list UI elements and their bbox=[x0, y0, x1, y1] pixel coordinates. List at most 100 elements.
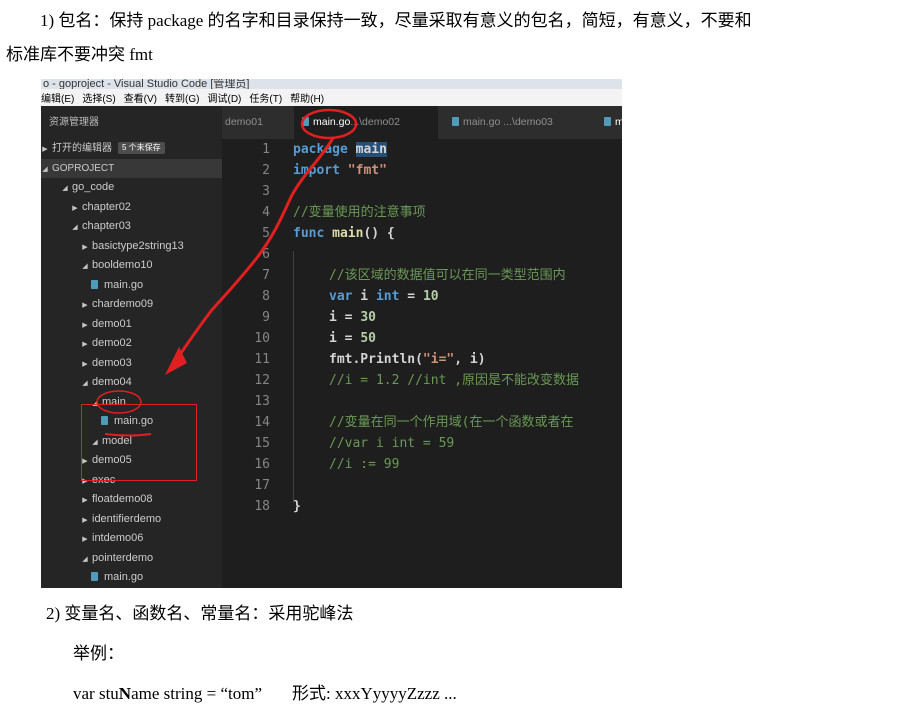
line-number: 9 bbox=[262, 310, 270, 325]
code-line-12: //i = 1.2 //int ,原因是不能改变数据 bbox=[329, 373, 580, 388]
chevron-right-icon: ▶ bbox=[82, 516, 88, 524]
chevron-right-icon: ▶ bbox=[82, 243, 88, 251]
tree-item-label: basictype2string13 bbox=[92, 239, 184, 252]
tree-folder-item[interactable]: ▶ demo03 bbox=[41, 354, 222, 374]
project-section[interactable]: ◢ GOPROJECT bbox=[41, 158, 222, 178]
tab-demo01[interactable]: demo01 bbox=[222, 106, 291, 139]
project-label: GOPROJECT bbox=[52, 162, 115, 174]
tree-item-label: booldemo10 bbox=[92, 259, 153, 271]
window-title: o - goproject - Visual Studio Code [管理员] bbox=[41, 79, 622, 89]
line-number: 13 bbox=[254, 394, 270, 409]
tree-folder-item[interactable]: ◢ booldemo10 bbox=[41, 256, 222, 276]
tree-folder-item[interactable]: ▶ floatdemo08 bbox=[41, 490, 222, 510]
explorer-sidebar: 资源管理器 ▶ 打开的编辑器 5 个未保存 ◢ GOPROJECT ◢ go_code ▶… bbox=[41, 106, 222, 588]
go-file-icon bbox=[452, 117, 459, 126]
line-number: 18 bbox=[254, 499, 270, 514]
code-line-5: func main() { bbox=[293, 226, 395, 241]
tree-folder-item[interactable]: ▶ chapter02 bbox=[41, 198, 222, 218]
line-number: 10 bbox=[254, 331, 270, 346]
code-line-10: i = 50 bbox=[329, 331, 376, 346]
chevron-down-icon: ◢ bbox=[72, 224, 78, 231]
tree-item-label: go_code bbox=[72, 181, 115, 193]
tree-item-label: main.go bbox=[104, 571, 144, 583]
tab-label: main.go bbox=[463, 116, 501, 128]
open-editors-section[interactable]: ▶ 打开的编辑器 5 个未保存 bbox=[41, 139, 222, 159]
menu-edit[interactable]: 编辑(E) bbox=[41, 90, 78, 105]
line-number: 15 bbox=[254, 436, 270, 451]
paragraph-3: 举例： bbox=[73, 644, 124, 663]
code-line-16: //i := 99 bbox=[329, 457, 400, 472]
chevron-right-icon: ▶ bbox=[82, 360, 88, 368]
go-file-icon bbox=[91, 279, 98, 289]
menu-tasks[interactable]: 任务(T) bbox=[245, 90, 286, 105]
vscode-screenshot: o - goproject - Visual Studio Code [管理员]… bbox=[41, 79, 622, 588]
paragraph-2: 2) 变量名、函数名、常量名：采用驼峰法 bbox=[46, 604, 354, 623]
line-number: 4 bbox=[262, 205, 270, 220]
tab-label: demo01 bbox=[225, 116, 263, 128]
tab-main-demo03[interactable]: main.go ...\demo03 bbox=[444, 106, 590, 139]
code-line-4: //变量使用的注意事项 bbox=[293, 205, 426, 220]
tree-folder-item[interactable]: ▶ intdemo06 bbox=[41, 529, 222, 549]
code-line-18: } bbox=[293, 499, 301, 514]
chevron-right-icon: ▶ bbox=[82, 321, 88, 329]
code-line-7: //该区域的数据值可以在同一类型范围内 bbox=[329, 268, 566, 283]
unsaved-badge: 5 个未保存 bbox=[118, 142, 165, 154]
tree-folder-item[interactable]: ◢ demo04 bbox=[41, 373, 222, 393]
menu-debug[interactable]: 调试(D) bbox=[203, 90, 245, 105]
example-code-bold: N bbox=[118, 684, 132, 703]
line-number: 2 bbox=[262, 163, 270, 178]
file-tree: ◢ go_code ▶ chapter02 ◢ chapter03 ▶ basictype2s… bbox=[41, 178, 222, 588]
tree-item-label: identifierdemo bbox=[92, 512, 162, 525]
line-number: 12 bbox=[254, 373, 270, 388]
menu-view[interactable]: 查看(V) bbox=[120, 90, 161, 105]
code-line-14: //变量在同一个作用域(在一个函数或者在 bbox=[329, 415, 574, 430]
tree-folder-item[interactable]: ▶ demo02 bbox=[41, 334, 222, 354]
code-line-8: var i int = 10 bbox=[329, 289, 439, 304]
tree-item-label: chardemo09 bbox=[92, 298, 154, 310]
line-number: 1 bbox=[262, 142, 270, 157]
editor-tabs: demo01 main.go...\demo02 main.go ...\dem… bbox=[222, 106, 622, 139]
go-file-icon bbox=[604, 117, 611, 126]
annotation-box bbox=[81, 404, 197, 481]
tree-folder-item[interactable]: ▶ demo01 bbox=[41, 315, 222, 335]
line-number: 8 bbox=[262, 289, 270, 304]
tree-item-label: demo01 bbox=[92, 317, 132, 330]
chevron-right-icon: ▶ bbox=[82, 536, 88, 543]
line-number: 11 bbox=[254, 352, 270, 367]
menu-help[interactable]: 帮助(H) bbox=[286, 90, 328, 105]
tree-folder-item[interactable]: ◢ chapter03 bbox=[41, 217, 222, 237]
tree-item-label: demo04 bbox=[92, 376, 132, 388]
tree-folder-item[interactable]: ▶ chardemo09 bbox=[41, 295, 222, 315]
open-editors-label: 打开的编辑器 bbox=[52, 143, 112, 154]
tab-label: m bbox=[615, 116, 622, 128]
chevron-down-icon: ◢ bbox=[62, 185, 68, 192]
line-number: 14 bbox=[254, 415, 270, 430]
tree-folder-item[interactable]: ◢ go_code bbox=[41, 178, 222, 198]
line-number: 7 bbox=[262, 268, 270, 283]
paragraph-1-line-1: 1) 包名：保持 package 的名字和目录保持一致，尽量采取有意义的包名，简… bbox=[40, 11, 752, 30]
tree-folder-item[interactable]: ▶ basictype2string13 bbox=[41, 237, 222, 257]
paragraph-1-line-2: 标准库不要冲突 fmt bbox=[6, 45, 153, 64]
explorer-header: 资源管理器 bbox=[49, 117, 99, 128]
tab-path: ...\demo03 bbox=[503, 116, 553, 128]
menu-selection[interactable]: 选择(S) bbox=[78, 90, 119, 105]
menu-goto[interactable]: 转到(G) bbox=[161, 90, 203, 105]
tab-m[interactable]: m bbox=[596, 106, 622, 139]
example-code-pre: var stu bbox=[73, 684, 119, 703]
tree-file-item[interactable]: main.go bbox=[41, 568, 222, 588]
code-line-2: import "fmt" bbox=[293, 163, 387, 178]
tree-item-label: main.go bbox=[104, 278, 144, 291]
tab-main-demo02[interactable]: main.go...\demo02 bbox=[294, 106, 438, 139]
tree-folder-item[interactable]: ▶ identifierdemo bbox=[41, 510, 222, 530]
chevron-right-icon: ▶ bbox=[82, 497, 88, 504]
tree-file-item[interactable]: main.go bbox=[41, 276, 222, 296]
code-editor[interactable]: 1 2 3 4 5 6 7 8 9 10 11 12 13 14 15 16 17 18 package main… bbox=[222, 139, 622, 588]
line-number: 3 bbox=[262, 184, 270, 199]
tree-item-label: demo03 bbox=[92, 356, 132, 369]
code-line-11: fmt.Println("i=", i) bbox=[329, 352, 486, 367]
example-code-rest: ame string = “tom” bbox=[131, 684, 262, 703]
tree-folder-item[interactable]: ◢ pointerdemo bbox=[41, 549, 222, 569]
paragraph-4: var stuName string = “tom” 形式: xxxYyyyyZz… bbox=[73, 683, 457, 705]
chevron-down-icon: ◢ bbox=[82, 555, 88, 563]
go-file-icon bbox=[91, 572, 98, 581]
